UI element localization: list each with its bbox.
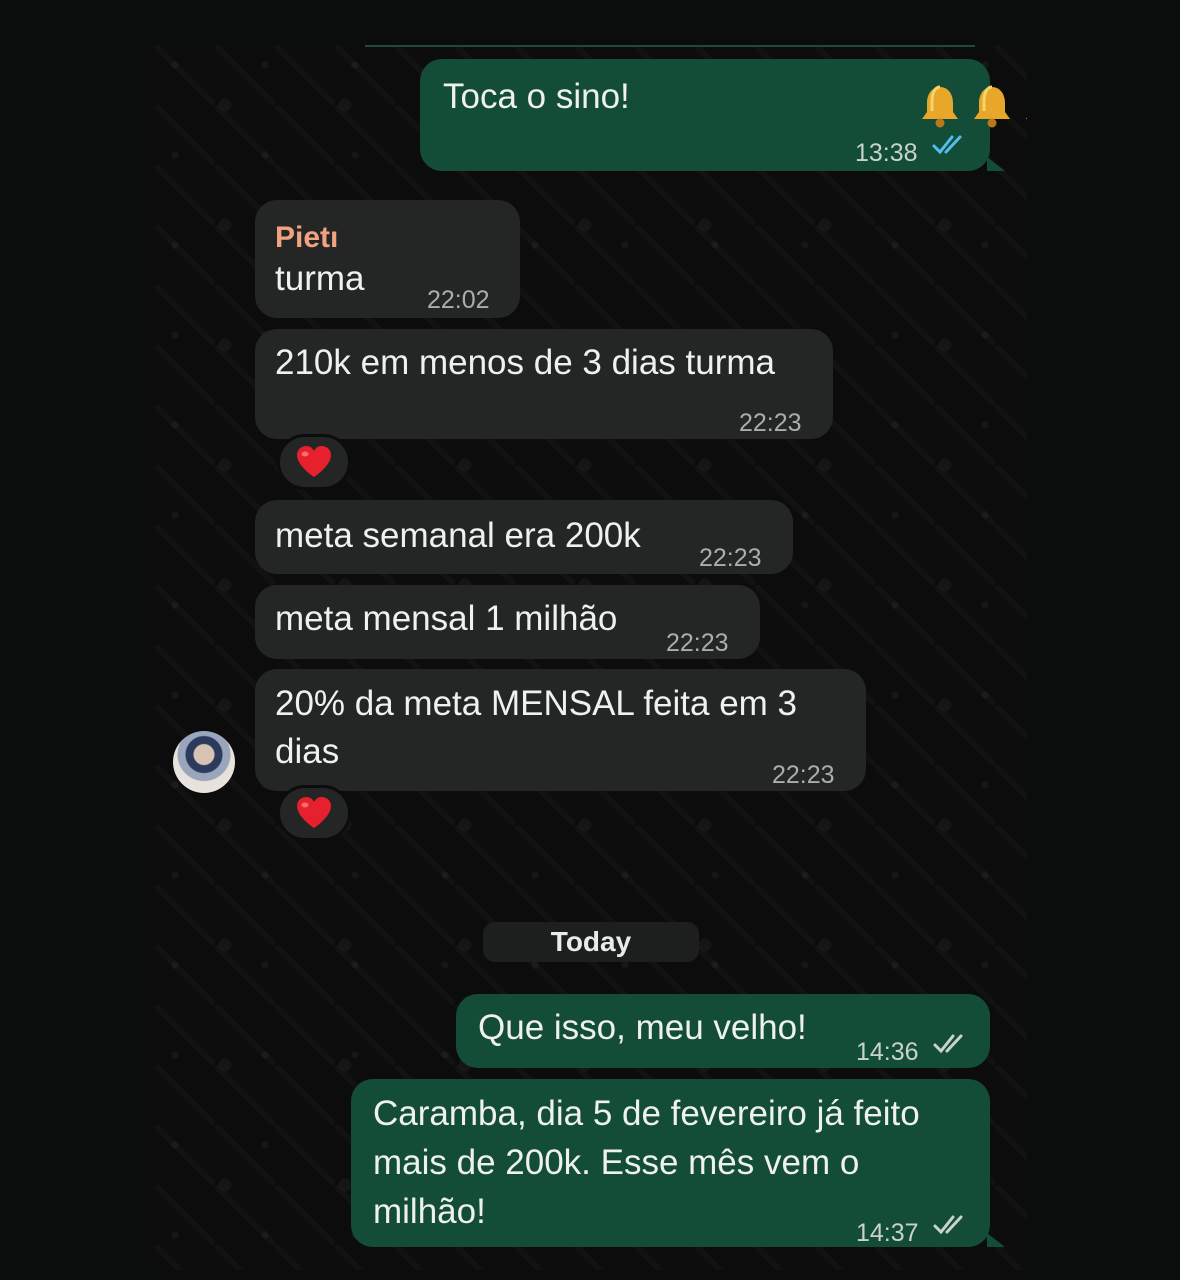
bell-icon bbox=[922, 85, 958, 128]
message-text-line: Caramba, dia 5 de fevereiro já feito bbox=[373, 1094, 920, 1133]
message-bubble-incoming[interactable]: meta semanal era 200k 22:23 bbox=[255, 500, 793, 574]
message-bubble-outgoing[interactable]: Que isso, meu velho! 14:36 bbox=[456, 994, 990, 1068]
message-bubble-outgoing[interactable]: Toca o sino! 13:38 bbox=[420, 59, 1027, 171]
message-time: 22:23 bbox=[666, 629, 729, 657]
reaction-badge[interactable] bbox=[277, 434, 351, 490]
message-bubble-incoming[interactable]: Pietı turma 22:02 bbox=[255, 200, 520, 318]
bell-icon bbox=[974, 85, 1010, 128]
message-text: Que isso, meu velho! bbox=[478, 1008, 807, 1047]
read-receipt-icon bbox=[932, 135, 962, 155]
message-text-line: dias bbox=[275, 732, 340, 771]
message-text: turma bbox=[275, 259, 365, 298]
heart-icon bbox=[297, 446, 331, 477]
divider bbox=[365, 45, 975, 47]
message-text: meta semanal era 200k bbox=[275, 516, 641, 555]
message-text: meta mensal 1 milhão bbox=[275, 599, 618, 638]
heart-icon bbox=[297, 797, 331, 828]
bubble-tail bbox=[987, 1233, 1005, 1247]
chat-panel: Toca o sino! 13:38 Pietı turma 22:02 210… bbox=[155, 45, 1027, 1270]
delivered-receipt-icon bbox=[933, 1034, 963, 1054]
message-bubble-incoming[interactable]: meta mensal 1 milhão 22:23 bbox=[255, 585, 760, 659]
message-time: 22:23 bbox=[739, 409, 802, 437]
message-time: 13:38 bbox=[855, 139, 918, 167]
message-bubble-incoming[interactable]: 20% da meta MENSAL feita em 3 dias 22:23 bbox=[255, 669, 866, 791]
delivered-receipt-icon bbox=[933, 1215, 963, 1235]
message-bubble-incoming[interactable]: 210k em menos de 3 dias turma 22:23 bbox=[255, 329, 833, 439]
bubble-tail bbox=[987, 157, 1005, 171]
message-text: Toca o sino! bbox=[443, 77, 630, 116]
message-text-line: milhão! bbox=[373, 1192, 486, 1231]
message-text-line: 20% da meta MENSAL feita em 3 bbox=[275, 684, 798, 723]
message-time: 22:23 bbox=[699, 544, 762, 572]
bell-emoji-group bbox=[918, 83, 1027, 129]
message-text: 210k em menos de 3 dias turma bbox=[275, 343, 775, 382]
date-divider: Today bbox=[483, 922, 699, 962]
message-time: 14:36 bbox=[856, 1038, 919, 1066]
message-text-line: mais de 200k. Esse mês vem o bbox=[373, 1143, 860, 1182]
message-time: 22:23 bbox=[772, 761, 835, 789]
message-time: 14:37 bbox=[856, 1219, 919, 1247]
message-bubble-outgoing[interactable]: Caramba, dia 5 de fevereiro já feito mai… bbox=[351, 1079, 990, 1247]
contact-avatar[interactable] bbox=[173, 731, 235, 793]
reaction-badge[interactable] bbox=[277, 785, 351, 841]
message-time: 22:02 bbox=[427, 286, 490, 314]
bell-icon bbox=[1026, 117, 1027, 119]
